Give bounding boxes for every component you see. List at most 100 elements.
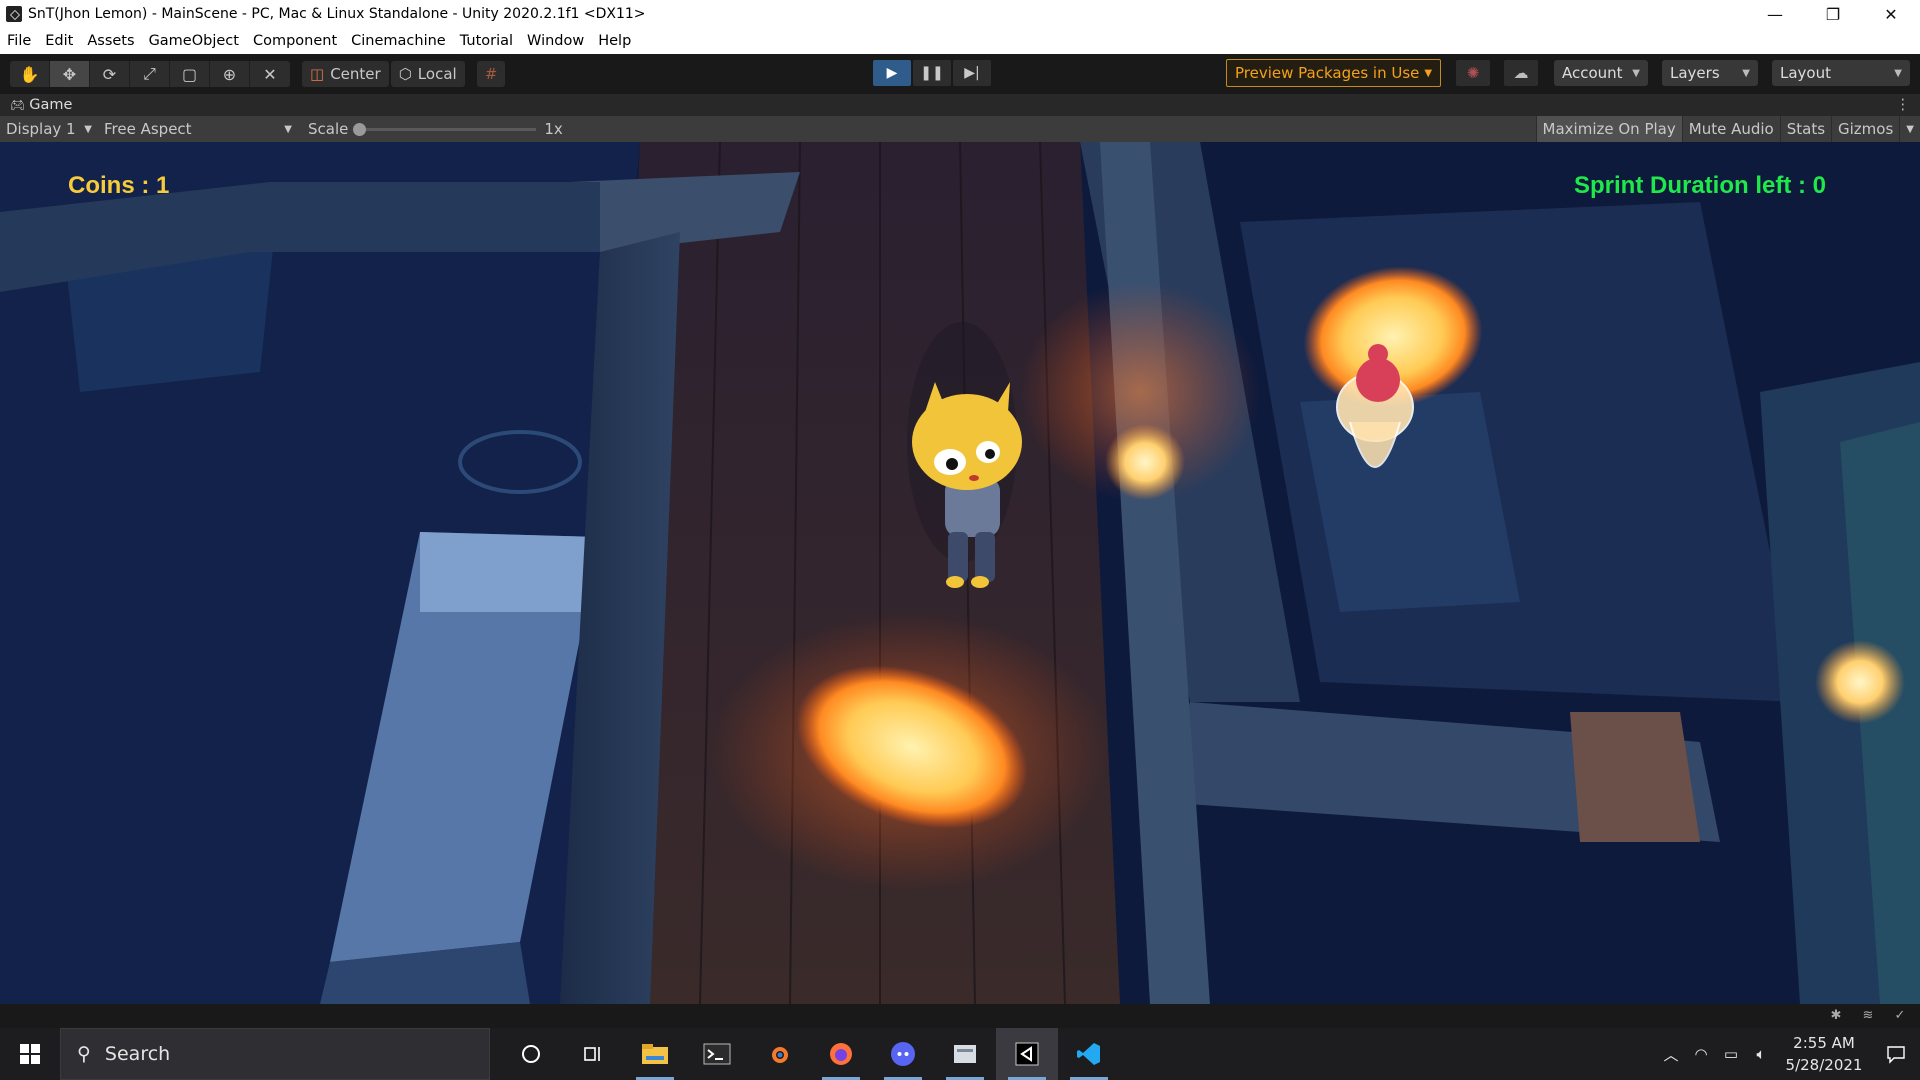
aspect-dropdown[interactable]: Free Aspect ▼	[98, 116, 298, 142]
sprint-duration-label: Sprint Duration left : 0	[1574, 172, 1826, 199]
search-placeholder: Search	[104, 1043, 171, 1065]
rect-tool-icon[interactable]: ▢	[170, 61, 210, 87]
generic-app-shape	[954, 1045, 976, 1063]
notification-center-icon[interactable]	[1872, 1044, 1920, 1064]
vscode-icon[interactable]	[1058, 1028, 1120, 1080]
windows-logo-icon	[20, 1044, 40, 1064]
scale-tool-icon[interactable]: ⤢	[130, 61, 170, 87]
move-tool-icon[interactable]: ✥	[50, 61, 90, 87]
minimize-button[interactable]: —	[1746, 0, 1804, 28]
folder-shape	[642, 1044, 668, 1064]
custom-tool-icon[interactable]: ✕	[250, 61, 290, 87]
coins-counter: Coins : 1	[68, 172, 170, 199]
chevron-down-icon: ▼	[1424, 67, 1433, 79]
menu-window[interactable]: Window	[520, 33, 591, 49]
chevron-up-icon[interactable]: ︿	[1656, 1044, 1686, 1065]
windows-taskbar: ⚲ Search ︿ ◠ ▭ 🔈︎ 2:55 AM 5/28/2021	[0, 1028, 1920, 1080]
pivot-toggle[interactable]: ◫ Center	[302, 61, 389, 87]
playmode-controls: ▶ ❚❚ ▶|	[873, 60, 991, 86]
game-view-toolbar: Display 1 ▼ Free Aspect ▼ Scale 1x Maxim…	[0, 116, 1920, 142]
layers-dropdown[interactable]: Layers ▼	[1662, 60, 1758, 86]
rotate-tool-icon[interactable]: ⟳	[90, 61, 130, 87]
chevron-down-icon[interactable]: ▼	[1899, 116, 1920, 142]
display-dropdown[interactable]: Display 1 ▼	[0, 116, 98, 142]
terminal-shape	[703, 1043, 731, 1065]
menu-bar: File Edit Assets GameObject Component Ci…	[0, 28, 1920, 54]
gizmos-toggle[interactable]: Gizmos	[1831, 116, 1899, 142]
clock-time: 2:55 AM	[1793, 1034, 1855, 1052]
pause-button[interactable]: ❚❚	[913, 60, 951, 86]
scale-slider[interactable]	[353, 122, 537, 136]
gamepad-icon: 🎮︎	[10, 98, 26, 112]
chevron-down-icon: ▼	[1632, 67, 1640, 79]
notification-bubble-shape	[1887, 1046, 1905, 1064]
display-label: Display 1	[6, 120, 76, 138]
app-icon[interactable]	[934, 1028, 996, 1080]
taskbar-clock[interactable]: 2:55 AM 5/28/2021	[1776, 1032, 1872, 1076]
battery-icon[interactable]: ▭	[1716, 1045, 1746, 1063]
cortana-circle-shape	[522, 1045, 540, 1063]
menu-gameobject[interactable]: GameObject	[142, 33, 246, 49]
file-explorer-icon[interactable]	[624, 1028, 686, 1080]
maximize-on-play-toggle[interactable]: Maximize On Play	[1535, 116, 1682, 142]
space-toggle[interactable]: ⬡ Local	[390, 61, 465, 87]
transform-tool-icon[interactable]: ⊕	[210, 61, 250, 87]
account-dropdown[interactable]: Account ▼	[1554, 60, 1648, 86]
cortana-icon[interactable]	[500, 1028, 562, 1080]
layout-dropdown[interactable]: Layout ▼	[1772, 60, 1910, 86]
task-view-icon[interactable]	[562, 1028, 624, 1080]
chevron-down-icon: ▼	[284, 123, 292, 135]
mute-audio-toggle[interactable]: Mute Audio	[1681, 116, 1780, 142]
volume-icon[interactable]: 🔈︎	[1746, 1045, 1776, 1063]
maximize-button[interactable]: ❐	[1804, 0, 1862, 28]
stats-toggle[interactable]: Stats	[1779, 116, 1831, 142]
unity-icon[interactable]	[996, 1028, 1058, 1080]
layers-stack-icon[interactable]: ≋	[1860, 1008, 1876, 1024]
game-view[interactable]: Coins : 1 Sprint Duration left : 0	[0, 142, 1920, 1004]
start-button[interactable]	[0, 1028, 60, 1080]
space-label: Local	[417, 65, 457, 83]
scale-slider-handle[interactable]	[353, 122, 367, 136]
window-title-bar: SnT(Jhon Lemon) - MainScene - PC, Mac & …	[0, 0, 1920, 28]
more-options-icon[interactable]: ⋮	[1896, 97, 1911, 113]
unity-app-icon	[6, 6, 22, 22]
preview-packages-button[interactable]: Preview Packages in Use ▼	[1226, 59, 1442, 87]
unity-logo-shape	[1015, 1042, 1039, 1066]
aspect-label: Free Aspect	[104, 120, 192, 138]
grid-snap-button[interactable]: #	[476, 61, 506, 87]
terminal-icon[interactable]	[686, 1028, 748, 1080]
cloud-icon[interactable]: ☁	[1504, 60, 1538, 86]
discord-shape	[891, 1042, 915, 1066]
firefox-icon[interactable]	[810, 1028, 872, 1080]
blender-shape	[772, 1047, 788, 1063]
menu-help[interactable]: Help	[591, 33, 638, 49]
menu-component[interactable]: Component	[246, 33, 344, 49]
tab-game[interactable]: 🎮︎ Game	[0, 97, 72, 113]
step-button[interactable]: ▶|	[953, 60, 991, 86]
menu-cinemachine[interactable]: Cinemachine	[344, 33, 453, 49]
scale-label: Scale	[308, 120, 349, 138]
menu-edit[interactable]: Edit	[38, 33, 80, 49]
vscode-shape	[1077, 1043, 1100, 1065]
discord-icon[interactable]	[872, 1028, 934, 1080]
chevron-down-icon: ▼	[1742, 67, 1750, 79]
game-view-toggles: Maximize On Play Mute Audio Stats Gizmos…	[1535, 116, 1920, 142]
scale-value: 1x	[544, 120, 563, 138]
menu-tutorial[interactable]: Tutorial	[453, 33, 520, 49]
unity-status-bar: ✱ ≋ ✓	[0, 1004, 1920, 1028]
menu-assets[interactable]: Assets	[80, 33, 141, 49]
taskbar-search-box[interactable]: ⚲ Search	[60, 1028, 490, 1080]
chevron-down-icon: ▼	[1894, 67, 1902, 79]
collab-icon[interactable]: ✺	[1456, 60, 1490, 86]
wifi-icon[interactable]: ◠	[1686, 1045, 1716, 1063]
game-tab-row: 🎮︎ Game ⋮	[0, 94, 1920, 116]
pivot-label: Center	[330, 65, 381, 83]
check-circle-icon[interactable]: ✓	[1892, 1008, 1908, 1024]
close-button[interactable]: ✕	[1862, 0, 1920, 28]
scale-control: Scale 1x	[308, 120, 563, 138]
menu-file[interactable]: File	[0, 33, 38, 49]
hand-tool-icon[interactable]: ✋	[10, 61, 50, 87]
bug-icon[interactable]: ✱	[1828, 1008, 1844, 1024]
blender-icon[interactable]	[748, 1028, 810, 1080]
play-button[interactable]: ▶	[873, 60, 911, 86]
